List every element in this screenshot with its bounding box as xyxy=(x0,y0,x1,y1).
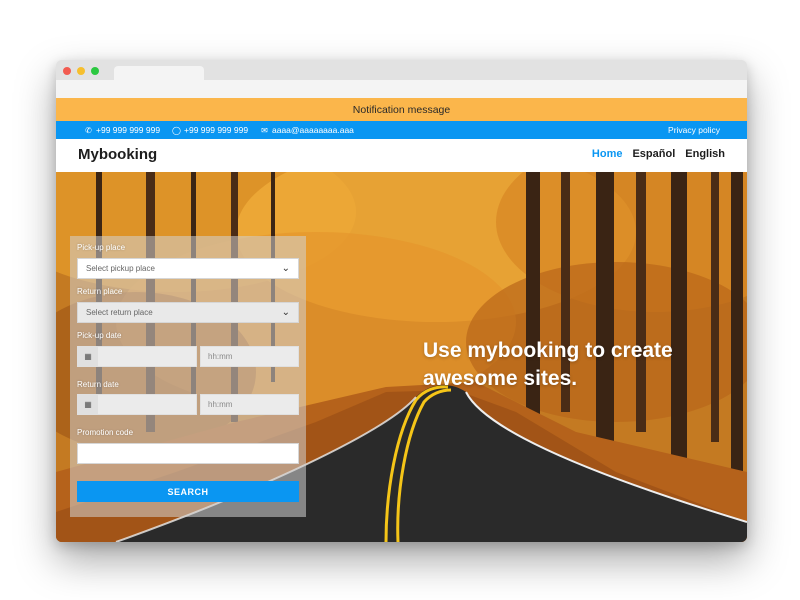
hero-section: Pick-up place Select pickup place ⌄ Retu… xyxy=(56,172,747,542)
minimize-window-button[interactable] xyxy=(77,67,85,75)
phone-contact[interactable]: ✆ +99 999 999 999 xyxy=(84,121,160,139)
return-time-input[interactable]: hh:mm xyxy=(200,394,299,415)
return-place-label: Return place xyxy=(77,287,123,296)
hero-headline: Use mybooking to create awesome sites. xyxy=(423,339,673,390)
promotion-code-input[interactable] xyxy=(77,443,299,464)
chevron-down-icon: ⌄ xyxy=(281,307,290,318)
brand-logo[interactable]: Mybooking xyxy=(78,146,157,163)
return-time-placeholder: hh:mm xyxy=(208,400,233,409)
pickup-place-select[interactable]: Select pickup place ⌄ xyxy=(77,258,299,279)
maximize-window-button[interactable] xyxy=(91,67,99,75)
contact-bar: ✆ +99 999 999 999 ◯ +99 999 999 999 ✉ aa… xyxy=(56,121,747,139)
email-contact[interactable]: ✉ aaaa@aaaaaaaa.aaa xyxy=(260,121,354,139)
menu-item-english[interactable]: English xyxy=(685,148,725,160)
whatsapp-number: +99 999 999 999 xyxy=(184,125,249,135)
browser-titlebar xyxy=(56,60,747,98)
whatsapp-contact[interactable]: ◯ +99 999 999 999 xyxy=(172,121,248,139)
return-place-value: Select return place xyxy=(86,308,153,317)
email-address: aaaa@aaaaaaaa.aaa xyxy=(272,125,354,135)
pickup-place-label: Pick-up place xyxy=(77,243,126,252)
pickup-date-input[interactable]: ▦ xyxy=(77,346,197,367)
menu-item-espanol[interactable]: Español xyxy=(632,148,675,160)
chevron-down-icon: ⌄ xyxy=(281,263,290,274)
phone-icon: ✆ xyxy=(85,125,92,135)
calendar-icon: ▦ xyxy=(78,395,98,414)
envelope-icon: ✉ xyxy=(261,125,268,135)
promotion-code-label: Promotion code xyxy=(77,428,134,437)
booking-form: Pick-up place Select pickup place ⌄ Retu… xyxy=(70,236,306,517)
menu-item-home[interactable]: Home xyxy=(592,148,623,160)
notification-text: Notification message xyxy=(352,103,451,116)
calendar-icon: ▦ xyxy=(78,347,98,366)
navbar: Mybooking Home Español English xyxy=(56,139,747,172)
pickup-time-input[interactable]: hh:mm xyxy=(200,346,299,367)
close-window-button[interactable] xyxy=(63,67,71,75)
pickup-place-value: Select pickup place xyxy=(86,264,155,273)
pickup-date-label: Pick-up date xyxy=(77,331,122,340)
browser-window: Notification message ✆ +99 999 999 999 ◯… xyxy=(56,60,747,542)
return-place-select[interactable]: Select return place ⌄ xyxy=(77,302,299,323)
pickup-time-placeholder: hh:mm xyxy=(208,352,233,361)
whatsapp-icon: ◯ xyxy=(172,125,181,135)
return-date-input[interactable]: ▦ xyxy=(77,394,197,415)
return-date-label: Return date xyxy=(77,380,119,389)
main-menu: Home Español English xyxy=(592,148,725,160)
search-button[interactable]: SEARCH xyxy=(77,481,299,502)
privacy-policy-link[interactable]: Privacy policy xyxy=(668,121,720,139)
phone-number: +99 999 999 999 xyxy=(96,125,161,135)
browser-toolbar xyxy=(56,80,747,98)
notification-bar: Notification message xyxy=(56,98,747,121)
